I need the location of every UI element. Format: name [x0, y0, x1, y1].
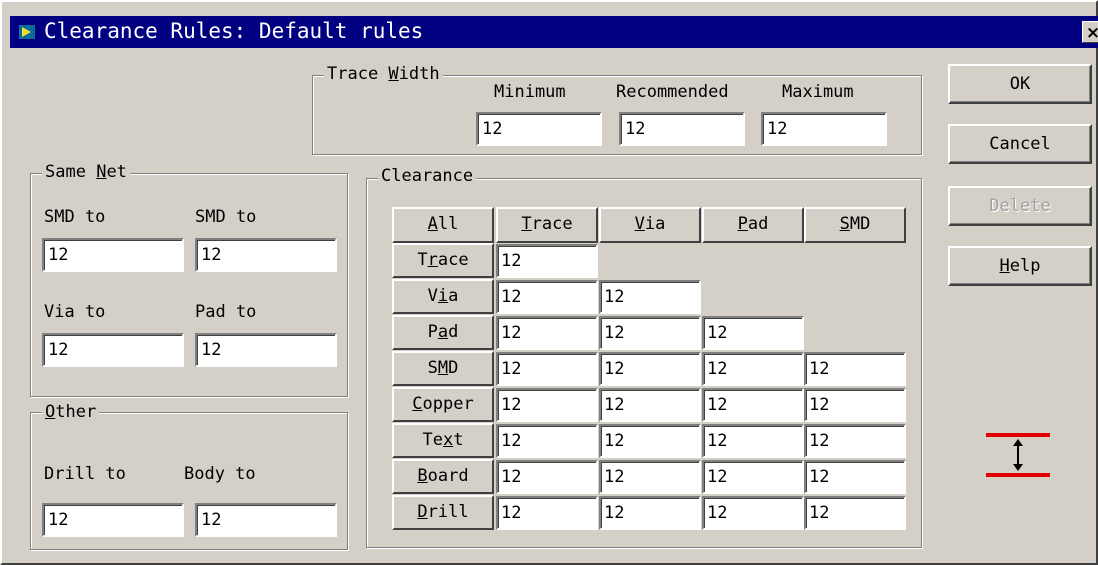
- trace-width-recommended-label: Recommended: [616, 82, 729, 102]
- clearance-cell[interactable]: 12: [496, 316, 598, 350]
- app-icon: [19, 25, 35, 39]
- clearance-row-board[interactable]: Board: [392, 459, 494, 494]
- clearance-cell[interactable]: 12: [702, 316, 804, 350]
- trace-width-minimum-label: Minimum: [494, 82, 566, 102]
- other-body-to-label: Body to: [184, 464, 256, 484]
- close-button[interactable]: ×: [1082, 21, 1098, 43]
- same-net-legend: Same Net: [42, 162, 130, 182]
- clearance-cell[interactable]: 12: [804, 352, 906, 386]
- clearance-row-via[interactable]: Via: [392, 279, 494, 314]
- clearance-column-pad[interactable]: Pad: [702, 207, 804, 243]
- window-title: Clearance Rules: Default rules: [44, 19, 424, 43]
- clearance-cell[interactable]: 12: [702, 388, 804, 422]
- clearance-cell[interactable]: 12: [702, 496, 804, 530]
- clearance-cell[interactable]: 12: [496, 388, 598, 422]
- same-net-pad-to-input[interactable]: 12: [195, 333, 337, 367]
- clearance-row-pad[interactable]: Pad: [392, 315, 494, 350]
- cancel-button[interactable]: Cancel: [948, 124, 1092, 164]
- same-net-smd-to-input-2[interactable]: 12: [195, 238, 337, 272]
- clearance-row-drill[interactable]: Drill: [392, 495, 494, 530]
- clearance-cell[interactable]: 12: [599, 388, 701, 422]
- clearance-cell[interactable]: 12: [804, 496, 906, 530]
- clearance-column-via[interactable]: Via: [599, 207, 701, 243]
- same-net-via-to-input[interactable]: 12: [42, 333, 184, 367]
- clearance-cell[interactable]: 12: [702, 424, 804, 458]
- trace-width-legend: Trace Width: [324, 64, 443, 84]
- trace-width-minimum-input[interactable]: 12: [476, 112, 602, 146]
- clearance-cell[interactable]: 12: [599, 280, 701, 314]
- clearance-row-smd[interactable]: SMD: [392, 351, 494, 386]
- clearance-cell[interactable]: 12: [599, 460, 701, 494]
- clearance-diagram-icon: [986, 433, 1050, 477]
- trace-width-maximum-label: Maximum: [782, 82, 854, 102]
- clearance-cell[interactable]: 12: [804, 388, 906, 422]
- clearance-cell[interactable]: 12: [702, 460, 804, 494]
- same-net-pad-to-label: Pad to: [195, 302, 257, 322]
- clearance-cell[interactable]: 12: [599, 424, 701, 458]
- delete-button[interactable]: Delete: [948, 186, 1092, 226]
- clearance-cell[interactable]: 12: [496, 244, 598, 278]
- clearance-rules-dialog: Clearance Rules: Default rules × Trace W…: [0, 0, 1098, 565]
- clearance-cell[interactable]: 12: [496, 460, 598, 494]
- clearance-cell[interactable]: 12: [496, 280, 598, 314]
- clearance-cell[interactable]: 12: [804, 424, 906, 458]
- clearance-column-smd[interactable]: SMD: [804, 207, 906, 243]
- clearance-cell[interactable]: 12: [496, 496, 598, 530]
- clearance-row-copper[interactable]: Copper: [392, 387, 494, 422]
- trace-width-recommended-input[interactable]: 12: [619, 112, 745, 146]
- clearance-cell[interactable]: 12: [599, 352, 701, 386]
- clearance-legend: Clearance: [378, 166, 477, 186]
- clearance-row-text[interactable]: Text: [392, 423, 494, 458]
- clearance-cell[interactable]: 12: [599, 316, 701, 350]
- same-net-smd-to-label-2: SMD to: [195, 207, 257, 227]
- same-net-smd-to-input-1[interactable]: 12: [42, 238, 184, 272]
- other-legend: Other: [42, 402, 100, 422]
- same-net-smd-to-label-1: SMD to: [44, 207, 106, 227]
- clearance-cell[interactable]: 12: [702, 352, 804, 386]
- other-drill-to-input[interactable]: 12: [42, 503, 184, 537]
- same-net-via-to-label: Via to: [44, 302, 106, 322]
- clearance-column-trace[interactable]: Trace: [496, 207, 598, 243]
- help-button[interactable]: Help: [948, 246, 1092, 286]
- ok-button[interactable]: OK: [948, 64, 1092, 104]
- title-bar[interactable]: Clearance Rules: Default rules ×: [10, 16, 1098, 48]
- clearance-all-button[interactable]: All: [392, 207, 494, 243]
- clearance-cell[interactable]: 12: [599, 496, 701, 530]
- other-body-to-input[interactable]: 12: [195, 503, 337, 537]
- clearance-row-trace[interactable]: Trace: [392, 243, 494, 278]
- clearance-cell[interactable]: 12: [804, 460, 906, 494]
- trace-width-maximum-input[interactable]: 12: [761, 112, 887, 146]
- other-drill-to-label: Drill to: [44, 464, 126, 484]
- clearance-cell[interactable]: 12: [496, 352, 598, 386]
- clearance-cell[interactable]: 12: [496, 424, 598, 458]
